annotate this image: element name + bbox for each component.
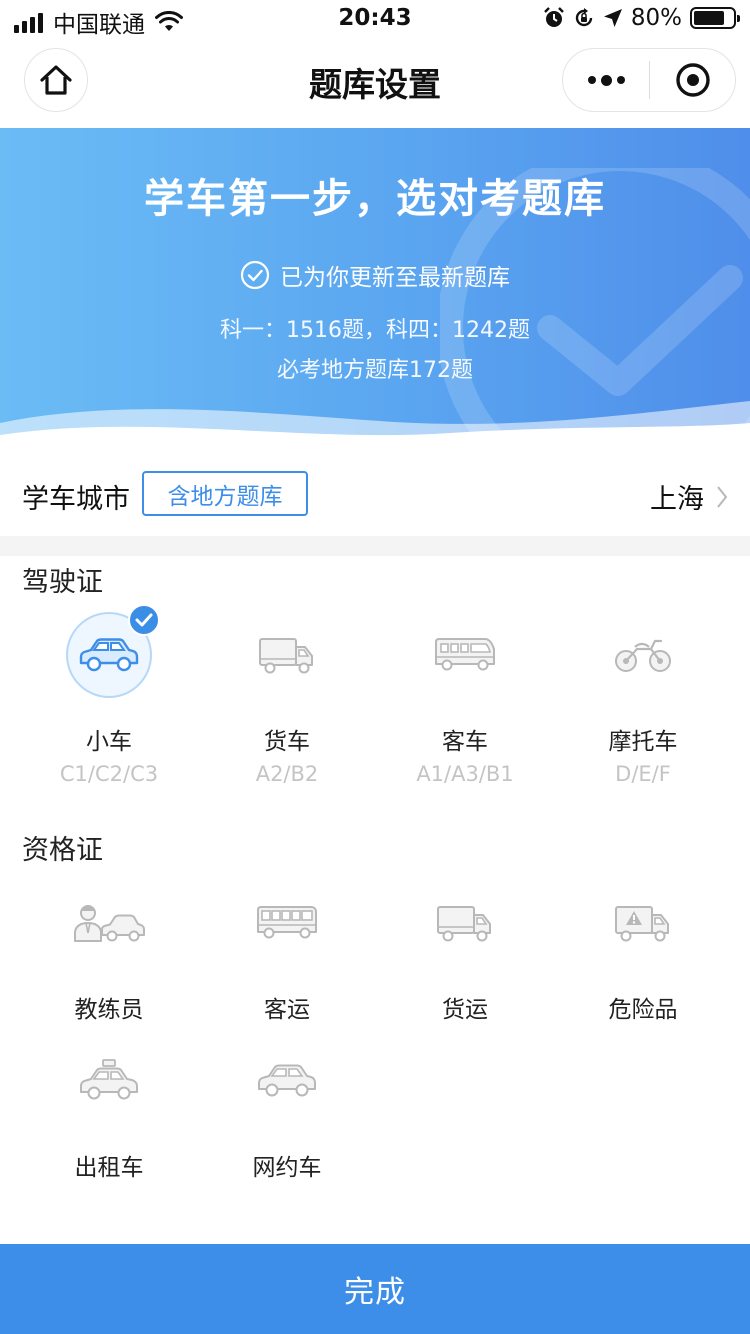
nav-bar: 题库设置 <box>0 40 750 128</box>
banner-updated-text: 已为你更新至最新题库 <box>280 265 510 291</box>
qualification-item-label: 货运 <box>442 997 488 1023</box>
close-target-icon <box>675 63 710 97</box>
bus-icon <box>435 638 495 671</box>
close-button[interactable] <box>650 49 735 111</box>
alarm-icon <box>544 7 564 27</box>
hazmat-truck-icon <box>615 906 669 942</box>
miniprogram-capsule <box>562 48 736 112</box>
license-item-truck[interactable]: 货车 A2/B2 <box>198 612 376 786</box>
status-bar: 中国联通 20:43 80% <box>0 0 750 40</box>
city-row[interactable]: 学车城市 含地方题库 上海 <box>0 463 750 536</box>
battery-fill <box>694 11 725 25</box>
qualification-item-label: 出租车 <box>74 1155 144 1181</box>
car-icon <box>79 638 139 672</box>
city-value: 上海 <box>650 484 704 515</box>
truck-icon <box>259 638 313 674</box>
bus-icon <box>257 906 317 939</box>
done-button[interactable]: 完成 <box>0 1244 750 1334</box>
qualification-item-icon-wrap <box>600 880 686 966</box>
license-item-car[interactable]: 小车 C1/C2/C3 <box>20 604 198 786</box>
qualification-item-icon-wrap <box>244 880 330 966</box>
status-right: 80% <box>543 5 740 31</box>
qualification-item-taxi[interactable]: 出租车 <box>20 1038 198 1182</box>
rotation-lock-icon <box>575 8 593 27</box>
car-icon <box>258 1064 316 1097</box>
qualification-item-passenger[interactable]: 客运 <box>198 880 376 1024</box>
qualification-item-icon-wrap <box>66 880 152 966</box>
check-circle-icon <box>240 260 270 290</box>
battery-percent: 80% <box>630 5 682 31</box>
license-item-motorcycle[interactable]: 摩托车 D/E/F <box>554 612 732 786</box>
location-icon <box>603 9 622 27</box>
banner-local: 必考地方题库172题 <box>277 358 473 383</box>
local-bank-tag: 含地方题库 <box>142 471 308 516</box>
motorcycle-icon <box>615 639 671 672</box>
license-item-sub: C1/C2/C3 <box>59 762 159 786</box>
qualification-item-coach[interactable]: 教练员 <box>20 880 198 1024</box>
license-item-bus[interactable]: 客车 A1/A3/B1 <box>376 612 554 786</box>
banner-title: 学车第一步，选对考题库 <box>144 176 606 222</box>
qualification-section-title: 资格证 <box>22 835 103 866</box>
license-item-label: 摩托车 <box>608 729 678 755</box>
banner-wave <box>0 401 750 463</box>
license-item-icon-wrap <box>244 612 330 698</box>
qualification-item-ride-hailing[interactable]: 网约车 <box>198 1038 376 1182</box>
license-item-label: 货车 <box>264 729 310 755</box>
license-item-icon-wrap <box>422 612 508 698</box>
banner-counts: 科一：1516题，科四：1242题 <box>220 318 530 343</box>
license-section-title: 驾驶证 <box>22 567 103 598</box>
taxi-icon <box>80 1059 138 1100</box>
city-label: 学车城市 <box>22 484 130 515</box>
license-item-sub: A1/A3/B1 <box>416 762 514 786</box>
qualification-item-label: 危险品 <box>608 997 678 1023</box>
license-item-label: 小车 <box>86 729 132 755</box>
truck-icon <box>437 906 491 942</box>
section-gap <box>0 536 750 556</box>
more-button[interactable] <box>563 49 649 111</box>
banner: 学车第一步，选对考题库 已为你更新至最新题库 科一：1516题，科四：1242题… <box>0 128 750 463</box>
qualification-item-icon-wrap <box>422 880 508 966</box>
qualification-item-label: 网约车 <box>252 1155 322 1181</box>
selected-check-icon <box>128 604 160 636</box>
license-item-sub: D/E/F <box>615 762 671 786</box>
qualification-item-hazmat[interactable]: 危险品 <box>554 880 732 1024</box>
license-item-icon-wrap <box>600 612 686 698</box>
qualification-item-icon-wrap <box>244 1038 330 1124</box>
chevron-right-icon <box>717 486 728 508</box>
coach-icon <box>74 905 145 942</box>
qualification-item-icon-wrap <box>66 1038 152 1124</box>
qualification-item-freight[interactable]: 货运 <box>376 880 554 1024</box>
license-item-sub: A2/B2 <box>255 762 319 786</box>
qualification-item-label: 客运 <box>264 997 310 1023</box>
battery-icon <box>690 7 740 29</box>
license-item-label: 客车 <box>442 729 488 755</box>
banner-updated-row: 已为你更新至最新题库 <box>0 258 750 292</box>
qualification-item-label: 教练员 <box>74 997 144 1023</box>
license-item-icon-wrap <box>66 604 160 698</box>
